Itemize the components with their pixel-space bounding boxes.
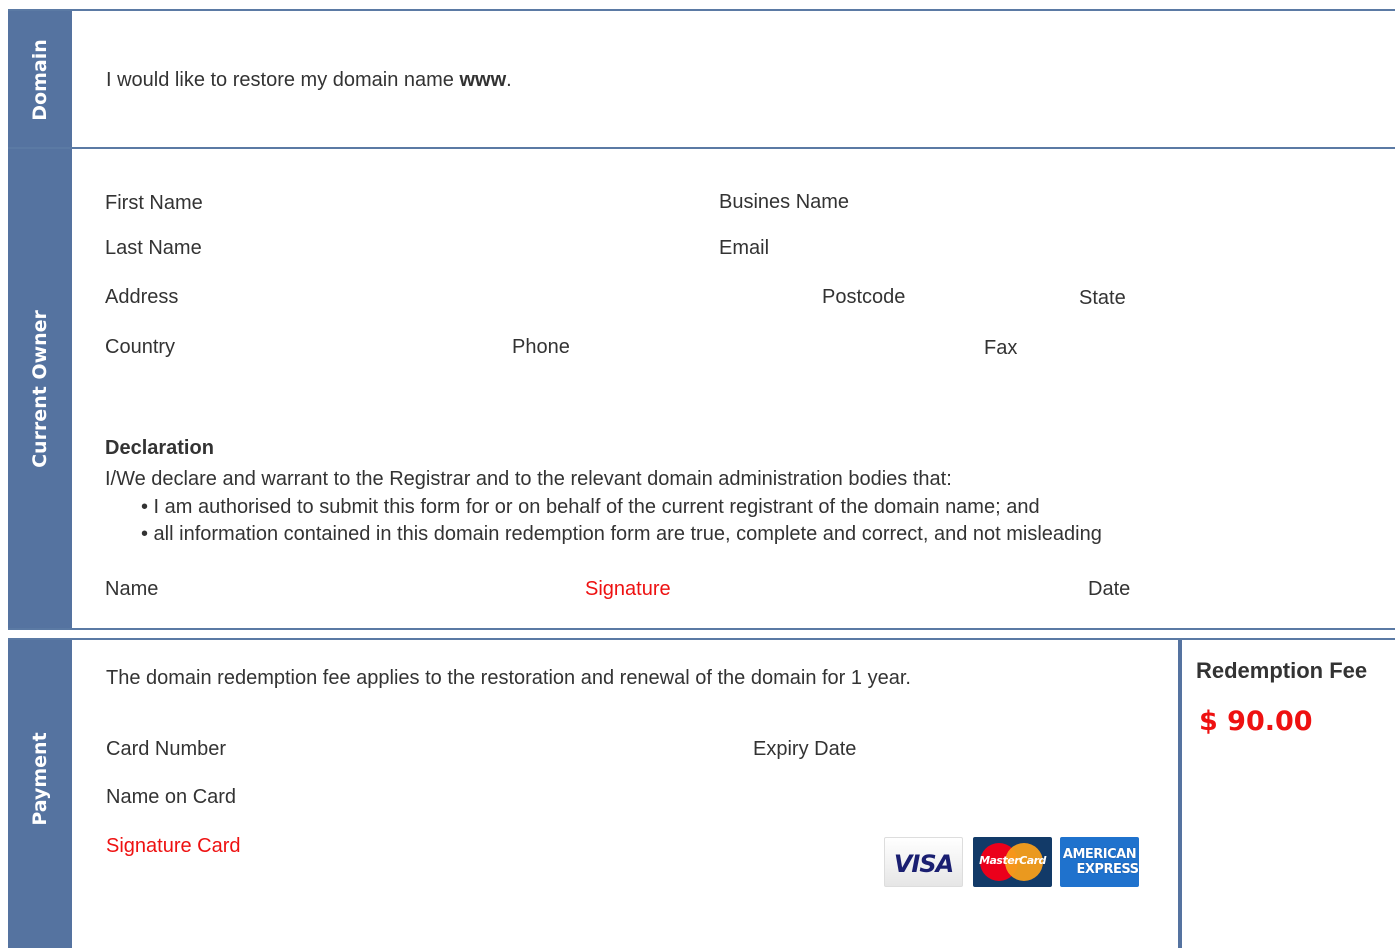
payment-note: The domain redemption fee applies to the… [106, 667, 911, 689]
redemption-fee-title: Redemption Fee [1196, 658, 1368, 683]
declaration-name-field[interactable]: Name [105, 578, 158, 601]
declaration-date-field[interactable]: Date [1088, 578, 1130, 601]
mastercard-logo: MasterCard [973, 837, 1052, 887]
current-owner-side-label: Current Owner [29, 309, 51, 468]
domain-name-value: www [459, 69, 507, 91]
card-number-field[interactable]: Card Number [106, 738, 226, 761]
signature-card-field[interactable]: Signature Card [106, 835, 241, 858]
domain-section: Domain I would like to restore my domain… [8, 9, 1395, 151]
domain-statement-prefix: I would like to restore my domain name [106, 69, 460, 91]
address-field[interactable]: Address [105, 286, 178, 309]
amex-logo: AMERICAN EXPRESS [1060, 837, 1139, 887]
mastercard-logo-text: MasterCard [979, 854, 1046, 867]
current-owner-sidebar: Current Owner [8, 149, 72, 628]
declaration-bullet: • all information contained in this doma… [141, 523, 1102, 545]
payment-sidebar: Payment [8, 640, 72, 948]
declaration-title: Declaration [105, 437, 214, 459]
domain-sidebar: Domain [8, 11, 72, 149]
visa-logo-text: VISA [893, 850, 954, 878]
redemption-fee-amount: $ 90.00 [1199, 706, 1313, 737]
state-field[interactable]: State [1079, 287, 1126, 310]
last-name-field[interactable]: Last Name [105, 237, 202, 260]
declaration-signature-field[interactable]: Signature [585, 578, 671, 601]
declaration-bullet: • I am authorised to submit this form fo… [141, 496, 1040, 518]
country-field[interactable]: Country [105, 336, 175, 359]
visa-logo: VISA [884, 837, 963, 887]
domain-statement: I would like to restore my domain name w… [106, 69, 512, 92]
email-field[interactable]: Email [719, 237, 769, 260]
declaration-intro: I/We declare and warrant to the Registra… [105, 468, 952, 490]
expiry-date-field[interactable]: Expiry Date [753, 738, 856, 761]
business-name-field[interactable]: Busines Name [719, 191, 849, 214]
fee-divider [1178, 640, 1182, 948]
payment-section: Payment The domain redemption fee applie… [8, 638, 1395, 948]
domain-side-label: Domain [29, 39, 51, 121]
amex-logo-line2: EXPRESS [1076, 862, 1139, 877]
current-owner-section: Current Owner First Name Busines Name La… [8, 147, 1395, 630]
first-name-field[interactable]: First Name [105, 192, 203, 215]
domain-statement-suffix: . [506, 69, 512, 91]
payment-side-label: Payment [29, 731, 51, 826]
postcode-field[interactable]: Postcode [822, 286, 905, 309]
phone-field[interactable]: Phone [512, 336, 570, 359]
amex-logo-line1: AMERICAN [1062, 847, 1137, 862]
fax-field[interactable]: Fax [984, 337, 1017, 360]
name-on-card-field[interactable]: Name on Card [106, 786, 236, 809]
